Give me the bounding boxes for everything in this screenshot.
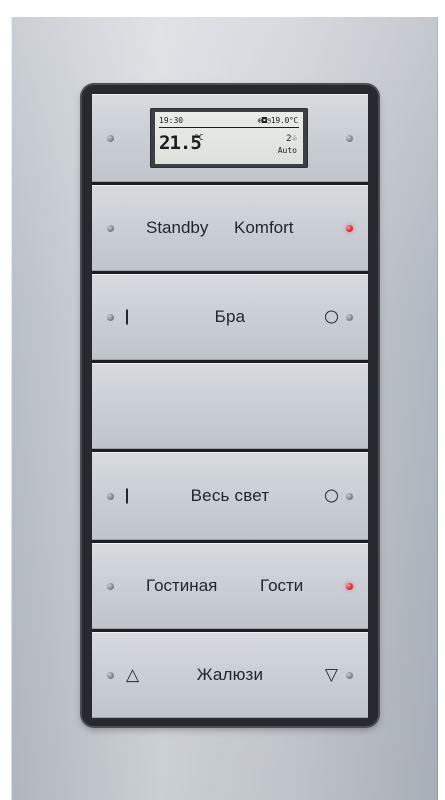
display-status-icons: ⊕◘◷19.0°C bbox=[257, 116, 298, 125]
guests-label: Гости bbox=[260, 576, 304, 595]
bra-light-button[interactable]: Бра bbox=[92, 274, 368, 360]
status-led-right bbox=[346, 314, 353, 321]
standby-komfort-button[interactable]: Standby Komfort bbox=[92, 185, 368, 271]
blinds-button[interactable]: △ Жалюзи ▽ bbox=[92, 632, 368, 718]
status-led-right bbox=[346, 135, 353, 142]
display-time: 19:30 bbox=[159, 116, 184, 125]
status-led-right-active bbox=[346, 225, 353, 232]
display-button[interactable]: 19:30 ⊕◘◷19.0°C 21.5 °C 2♧ Auto bbox=[92, 94, 368, 182]
display-fan-level: 2♧ bbox=[286, 134, 297, 144]
button-panel: 19:30 ⊕◘◷19.0°C 21.5 °C 2♧ Auto Standby … bbox=[92, 94, 368, 718]
status-led-left bbox=[107, 225, 114, 232]
display-mode: Auto bbox=[277, 146, 297, 155]
status-led-right-active bbox=[346, 583, 353, 590]
blank-button[interactable] bbox=[92, 363, 368, 449]
status-led-left bbox=[107, 583, 114, 590]
thermostat-display: 19:30 ⊕◘◷19.0°C 21.5 °C 2♧ Auto bbox=[150, 108, 308, 168]
all-lights-button[interactable]: Весь свет bbox=[92, 452, 368, 540]
off-symbol-icon bbox=[325, 310, 338, 324]
standby-label: Standby bbox=[146, 218, 209, 237]
status-led-left bbox=[107, 135, 114, 142]
display-screen: 19:30 ⊕◘◷19.0°C 21.5 °C 2♧ Auto bbox=[155, 112, 303, 164]
living-room-guests-button[interactable]: Гостиная Гости bbox=[92, 543, 368, 629]
status-led-right bbox=[346, 493, 353, 500]
off-symbol-icon bbox=[325, 489, 338, 503]
status-led-right bbox=[346, 672, 353, 679]
arrow-down-icon: ▽ bbox=[324, 665, 338, 684]
komfort-label: Komfort bbox=[234, 218, 294, 237]
living-room-label: Гостиная bbox=[146, 576, 218, 595]
display-temperature-unit: °C bbox=[194, 133, 204, 142]
display-divider bbox=[159, 127, 299, 128]
